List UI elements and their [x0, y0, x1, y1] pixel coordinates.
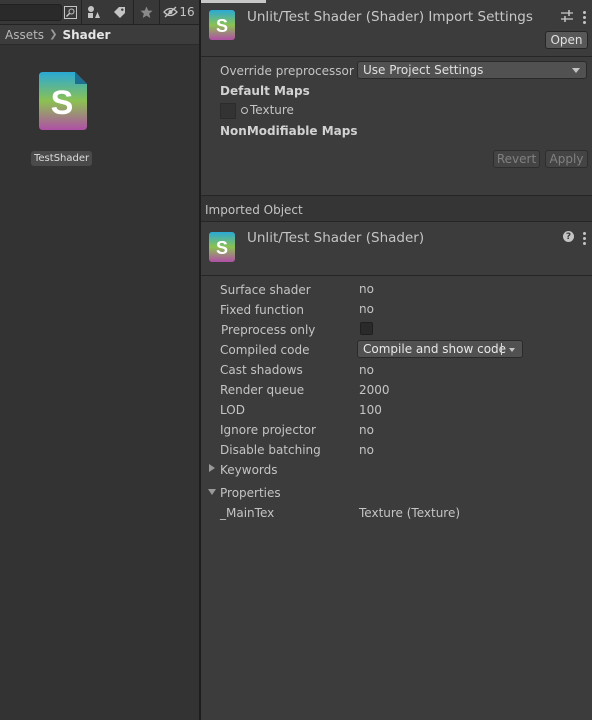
override-preprocessor-label: Override preprocessor — [220, 64, 354, 78]
disable-batching-value: no — [359, 443, 374, 457]
search-by-type-button[interactable] — [62, 2, 78, 22]
texture-thumbnail-slot[interactable] — [220, 103, 236, 119]
project-panel: 16 Assets ❯ Shader S TestShader — [0, 0, 199, 720]
divider — [201, 56, 592, 57]
nonmodifiable-maps-heading: NonModifiable Maps — [220, 124, 358, 138]
default-maps-heading: Default Maps — [220, 84, 310, 98]
search-input[interactable] — [0, 4, 62, 21]
compile-and-show-code-label: Compile and show code — [363, 342, 507, 356]
compiled-code-label: Compiled code — [220, 343, 310, 357]
texture-label: Texture — [250, 103, 294, 117]
maintex-value: Texture (Texture) — [359, 506, 461, 520]
breadcrumb: Assets ❯ Shader — [0, 25, 199, 45]
override-preprocessor-dropdown[interactable]: Use Project Settings — [357, 61, 587, 79]
render-queue-label: Render queue — [220, 383, 305, 397]
lod-value: 100 — [359, 403, 382, 417]
shader-icon: S — [209, 10, 235, 40]
properties-foldout[interactable]: Properties — [220, 486, 281, 500]
shader-icon: S — [209, 232, 235, 262]
cast-shadows-value: no — [359, 363, 374, 377]
maintex-label: _MainTex — [220, 506, 275, 520]
shader-icon-letter: S — [216, 16, 228, 36]
open-button[interactable]: Open — [545, 31, 588, 49]
label-tag-icon — [113, 6, 125, 18]
project-toolbar: 16 — [0, 0, 199, 25]
toolbar-divider — [133, 0, 134, 25]
favorites-button[interactable] — [137, 2, 155, 22]
shader-icon-letter: S — [216, 238, 228, 258]
chevron-down-icon — [572, 68, 580, 73]
hidden-packages-toggle[interactable]: 16 — [163, 2, 195, 22]
import-settings-title: Unlit/Test Shader (Shader) Import Settin… — [247, 9, 533, 25]
inspector-tab-strip — [201, 0, 266, 3]
object-picker-icon[interactable] — [241, 107, 248, 114]
star-icon — [140, 6, 152, 18]
breadcrumb-separator-icon: ❯ — [49, 29, 58, 40]
search-by-type-icon — [63, 5, 77, 19]
toolbar-divider — [81, 0, 82, 25]
render-queue-value: 2000 — [359, 383, 390, 397]
preprocess-only-checkbox[interactable] — [360, 322, 373, 335]
sliders-icon[interactable] — [561, 10, 573, 22]
asset-name-label: TestShader — [31, 151, 93, 166]
cast-shadows-label: Cast shadows — [220, 363, 303, 377]
override-preprocessor-value: Use Project Settings — [363, 63, 484, 77]
apply-button[interactable]: Apply — [545, 150, 588, 168]
more-options-icon[interactable] — [583, 11, 586, 24]
eye-slash-icon — [163, 6, 179, 18]
surface-shader-value: no — [359, 282, 374, 296]
split-divider — [501, 343, 502, 355]
divider — [201, 275, 592, 276]
inspector-panel: S Unlit/Test Shader (Shader) Import Sett… — [201, 0, 592, 720]
compile-and-show-code-button[interactable]: Compile and show code — [357, 340, 523, 358]
lod-label: LOD — [220, 403, 245, 417]
filter-by-label-button[interactable] — [110, 2, 128, 22]
breadcrumb-shader[interactable]: Shader — [62, 28, 110, 42]
fixed-function-value: no — [359, 302, 374, 316]
shader-file-icon: S — [39, 72, 87, 130]
preprocess-only-label: Preprocess only — [221, 323, 316, 337]
ignore-projector-value: no — [359, 423, 374, 437]
more-options-icon[interactable] — [583, 232, 586, 245]
disable-batching-label: Disable batching — [220, 443, 321, 457]
chevron-down-icon[interactable] — [509, 348, 515, 352]
surface-shader-label: Surface shader — [220, 283, 311, 297]
properties-foldout-arrow-icon[interactable] — [208, 489, 216, 495]
imported-object-header: Imported Object — [201, 196, 592, 222]
keywords-foldout-arrow-icon[interactable] — [209, 464, 215, 472]
keywords-foldout[interactable]: Keywords — [220, 463, 278, 477]
shader-icon-letter: S — [51, 84, 74, 122]
filter-by-type-button[interactable] — [85, 2, 103, 22]
toolbar-divider — [159, 0, 160, 25]
hidden-packages-count: 16 — [179, 5, 195, 19]
shader-object-title: Unlit/Test Shader (Shader) — [247, 230, 425, 246]
breadcrumb-assets[interactable]: Assets — [5, 28, 44, 42]
help-icon[interactable]: ? — [563, 231, 574, 242]
ignore-projector-label: Ignore projector — [220, 423, 316, 437]
filter-by-type-icon — [88, 6, 100, 18]
imported-object-label: Imported Object — [205, 203, 303, 217]
revert-button[interactable]: Revert — [493, 150, 540, 168]
fixed-function-label: Fixed function — [220, 303, 304, 317]
